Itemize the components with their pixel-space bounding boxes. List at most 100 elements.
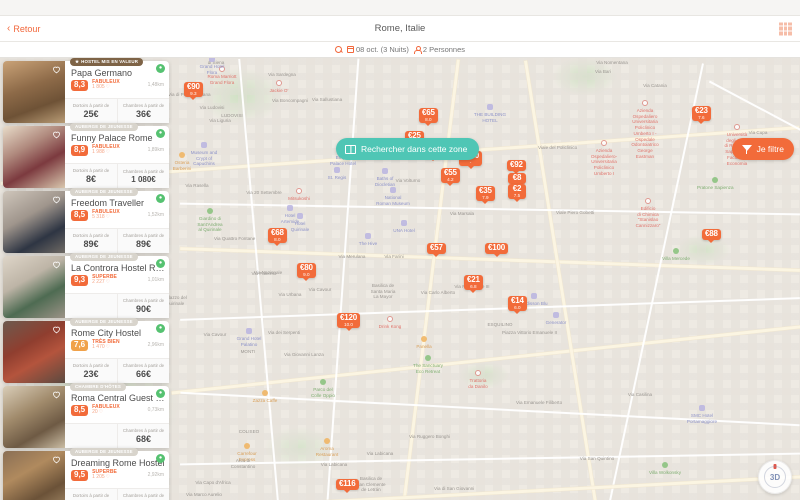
map-label: Via Boncompagni [272,98,308,103]
review-heart-icon: ♡ [105,279,111,286]
room-price-cell[interactable]: Chambres à partir de 89€ [117,229,169,253]
rating-score: 9,5 [71,470,89,481]
property-photo[interactable] [3,451,65,500]
property-card[interactable]: AUBERGE DE JEUNESSE ● Rome City Hostel 7,6 T… [3,318,169,383]
property-type-badge-label: AUBERGE DE JEUNESSE [75,449,133,455]
map-label: Viale del Policlinico [538,145,578,150]
map-price-marker[interactable]: €57 [427,243,446,254]
map-label: Via Rasella [185,183,209,188]
map-price-marker[interactable]: €35 7.9 [476,186,495,202]
map-label: Hotel Quirinale [290,221,310,232]
property-list-sidebar[interactable]: ★ HOSTEL MIS EN VALEUR ● Papa Germano 8,3 FAB… [0,58,172,500]
map-poi-dot [276,80,282,86]
price-label: Chambres à partir de [122,233,165,238]
thumbs-up-icon: ● [156,389,165,398]
room-price-cell[interactable]: Chambres à partir de 66€ [117,359,169,383]
map-price-marker[interactable]: €68 8.0 [268,228,287,244]
map-price-marker[interactable]: €90 9.3 [184,82,203,98]
search-this-area-button[interactable]: Rechercher dans cette zone [336,138,480,160]
map-price-marker[interactable]: €116 [336,479,359,490]
property-type-badge: AUBERGE DE JEUNESSE [70,253,138,261]
filter-button[interactable]: Je filtre [731,138,794,160]
review-count-value: 5 318 [92,214,105,221]
map-price-marker[interactable]: €23 7.6 [692,106,711,122]
review-count-value: 1 205 [92,474,105,481]
back-button[interactable]: ‹ Retour [0,23,40,34]
map-price-marker-score: 6.0 [514,304,521,310]
search-summary-bar[interactable]: 08 oct. (3 Nuits) 2 Personnes [0,42,800,58]
price-label: Dortoirs à partir de [72,233,110,238]
map-price-marker[interactable]: €21 6.8 [464,275,483,291]
map-poi-dot [246,328,252,334]
property-card[interactable]: CHAMBRE D'HÔTES ●Roma Central Guest Hou..… [3,383,169,448]
rating-score: 8,9 [71,145,89,156]
calendar-icon [346,46,354,53]
heart-icon[interactable] [52,455,61,464]
map-label: Trattoria da Danilo [468,378,488,389]
dorm-price-cell[interactable]: Dortoirs à partir de 8€ [65,164,117,188]
map-price-marker-price: €2 [512,184,522,193]
map-price-marker[interactable]: €100 [485,243,508,254]
review-count-value: 20 [92,409,98,416]
dorm-price-cell[interactable]: Dortoirs à partir de1€ [65,489,117,500]
property-card[interactable]: AUBERGE DE JEUNESSE ● Freedom Traveller 8,5… [3,188,169,253]
property-name: Roma Central Guest Hou... [71,393,166,403]
room-price-cell[interactable]: Chambres à partir de 90€ [117,294,169,318]
star-icon: ★ [75,58,80,64]
map-poi-dot [387,316,393,322]
map-label: Via Capo d'Africa [195,480,231,485]
dorm-price-cell[interactable]: Dortoirs à partir de 89€ [65,229,117,253]
heart-icon[interactable] [52,65,61,74]
property-photo[interactable] [3,386,65,448]
heart-icon[interactable] [52,195,61,204]
property-card[interactable]: AUBERGE DE JEUNESSE ● La Controra Hostel R… [3,253,169,318]
dorm-price-cell[interactable]: Dortoirs à partir de 23€ [65,359,117,383]
map-price-marker-price: €14 [511,296,524,305]
map-price-marker[interactable]: €88 [702,229,721,240]
map-price-marker-price: €92 [510,160,523,169]
property-photo[interactable] [3,61,65,123]
map-price-marker[interactable]: €120 10.0 [337,313,360,329]
room-price-cell[interactable]: Chambres à partir de 36€ [117,99,169,123]
heart-icon[interactable] [52,130,61,139]
map-price-marker[interactable]: €92 [507,160,526,171]
map-price-marker[interactable]: €65 8.0 [419,108,438,124]
room-price-cell[interactable]: Chambres à partir de5€ [117,489,169,500]
price-label: Chambres à partir de [122,103,165,108]
compass-3d-button[interactable]: 3D [758,460,792,494]
guests-chip[interactable]: 2 Personnes [414,45,465,54]
price-value: 66€ [135,369,152,379]
map-price-marker-price: €80 [300,263,313,272]
grid-view-icon[interactable] [779,22,792,35]
map-poi-dot [201,142,207,148]
person-icon [414,45,423,54]
map-price-marker[interactable]: €80 9.0 [297,263,316,279]
property-photo[interactable] [3,191,65,253]
rating-row: 8,3 FABULEUX 1 805 ♡ 1,48km [71,79,169,91]
heart-icon[interactable] [52,325,61,334]
map-price-marker[interactable]: €14 6.0 [508,296,527,312]
heart-icon[interactable] [52,260,61,269]
map-price-marker[interactable]: €8 [508,173,526,184]
property-card-body: AUBERGE DE JEUNESSE ● Dreaming Rome Hostel… [65,448,169,500]
map-price-marker[interactable]: €55 4.2 [441,168,460,184]
distance-label: 1,52km [147,212,164,219]
map-price-marker-price: €88 [705,229,718,238]
property-photo[interactable] [3,256,65,318]
heart-icon[interactable] [52,390,61,399]
price-value: 23€ [83,369,99,379]
room-price-cell[interactable]: Chambres à partir de 1 080€ [117,164,169,188]
property-card[interactable]: ★ HOSTEL MIS EN VALEUR ● Papa Germano 8,3 FAB… [3,58,169,123]
property-photo[interactable] [3,126,65,188]
map-label: Grand Hotel Palatino [236,336,262,347]
room-price-cell[interactable]: Chambres à partir de 68€ [117,424,169,448]
dates-chip[interactable]: 08 oct. (3 Nuits) [346,45,409,54]
property-card[interactable]: AUBERGE DE JEUNESSE ● Dreaming Rome Hostel… [3,448,169,500]
dorm-price-cell[interactable]: Dortoirs à partir de 25€ [65,99,117,123]
property-card[interactable]: AUBERGE DE JEUNESSE ● Funny Palace Rome 8,9… [3,123,169,188]
map-label: UNA Hotel [393,228,415,233]
rating-text: SUPERBE 1 205 ♡ [92,469,117,481]
property-photo[interactable] [3,321,65,383]
property-card-body: AUBERGE DE JEUNESSE ● Funny Palace Rome 8,9… [65,123,169,188]
map-price-marker[interactable]: €2 7.5 [508,184,526,200]
